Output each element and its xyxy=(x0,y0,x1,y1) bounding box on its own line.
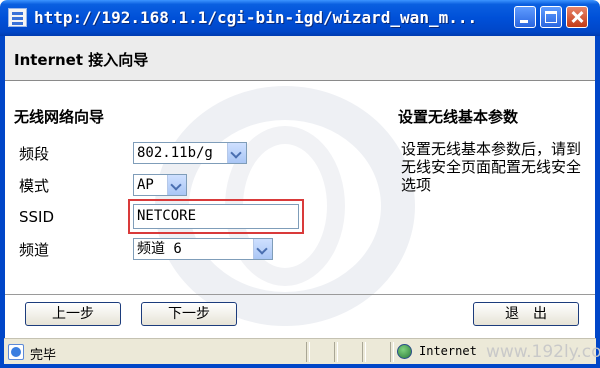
mode-select-value: AP xyxy=(137,177,154,193)
chevron-down-icon[interactable] xyxy=(167,175,186,195)
channel-select[interactable]: 频道 6 xyxy=(133,238,273,260)
mode-select[interactable]: AP xyxy=(133,174,187,196)
window-right-border xyxy=(596,36,600,368)
wizard-header: Internet 接入向导 xyxy=(5,36,595,81)
status-separator xyxy=(334,342,338,362)
page-icon xyxy=(8,8,27,27)
globe-icon xyxy=(397,344,412,359)
next-button[interactable]: 下一步 xyxy=(141,302,237,326)
wizard-content: Internet 接入向导 无线网络向导 频段 802.11b/g 模式 AP … xyxy=(4,36,596,338)
site-watermark: www.192ly.com xyxy=(486,342,600,362)
band-select-value: 802.11b/g xyxy=(137,145,213,161)
chevron-down-icon[interactable] xyxy=(227,143,246,163)
help-text: 设置无线基本参数后，请到无线安全页面配置无线安全选项 xyxy=(401,140,582,194)
status-text: 完毕 xyxy=(30,348,57,363)
status-separator xyxy=(362,342,366,362)
close-button[interactable] xyxy=(566,6,588,28)
wizard-header-title: Internet 接入向导 xyxy=(14,51,149,69)
window-bottom-border xyxy=(0,364,600,368)
status-separator xyxy=(306,342,310,362)
minimize-button[interactable] xyxy=(514,6,536,28)
band-select[interactable]: 802.11b/g xyxy=(133,142,247,164)
title-bar[interactable]: http://192.168.1.1/cgi-bin-igd/wizard_wa… xyxy=(0,0,600,36)
page-done-icon xyxy=(8,344,24,360)
ssid-input[interactable]: NETCORE xyxy=(133,204,299,229)
channel-select-value: 频道 6 xyxy=(137,241,182,257)
status-separator xyxy=(390,342,394,362)
button-divider xyxy=(5,294,595,295)
window-title: http://192.168.1.1/cgi-bin-igd/wizard_wa… xyxy=(34,8,478,27)
status-bar: 完毕 Internet www.192ly.com xyxy=(4,338,600,365)
channel-label: 频道 xyxy=(19,241,50,259)
mode-label: 模式 xyxy=(19,177,50,195)
section-title: 无线网络向导 xyxy=(14,108,105,126)
security-zone-text: Internet xyxy=(419,344,477,358)
maximize-button[interactable] xyxy=(540,6,562,28)
band-label: 频段 xyxy=(19,145,50,163)
browser-popup-window: http://192.168.1.1/cgi-bin-igd/wizard_wa… xyxy=(0,0,600,368)
help-title: 设置无线基本参数 xyxy=(398,108,519,126)
exit-button[interactable]: 退 出 xyxy=(473,302,579,326)
ssid-label: SSID xyxy=(19,208,55,226)
prev-button[interactable]: 上一步 xyxy=(25,302,121,326)
chevron-down-icon[interactable] xyxy=(253,239,272,259)
